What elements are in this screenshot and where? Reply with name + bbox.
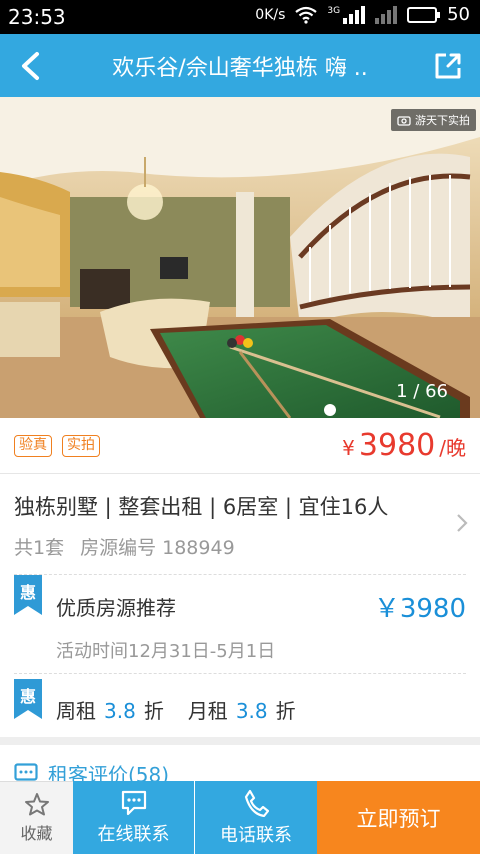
nav-bar: 欢乐谷/佘山奢华独栋 嗨 .. xyxy=(0,34,480,97)
nightly-price: ¥ 3980 /晚 xyxy=(342,428,466,463)
photo-source-badge: 游天下实拍 xyxy=(391,109,476,131)
favorite-button[interactable]: 收藏 xyxy=(0,781,73,854)
online-contact-button[interactable]: 在线联系 xyxy=(73,781,195,854)
comment-icon xyxy=(14,763,38,781)
online-contact-label: 在线联系 xyxy=(97,823,170,845)
cell-signal-icon: 3G xyxy=(327,5,366,24)
listing-meta: 共1套 房源编号 188949 xyxy=(14,533,235,560)
listing-code: 房源编号 188949 xyxy=(80,537,235,559)
reviews-title: 租客评价(58) xyxy=(48,763,170,781)
net-speed: 0K/s xyxy=(255,6,286,23)
chat-icon xyxy=(121,790,146,815)
long-stay-discount: 周租 3.8 折月租 3.8 折 xyxy=(56,699,296,723)
phone-icon xyxy=(244,789,269,817)
promo-long-stay: 惠 周租 3.8 折月租 3.8 折 xyxy=(0,673,480,737)
real-photo-tag: 实拍 xyxy=(62,435,100,457)
wifi-icon xyxy=(295,6,318,24)
price-row: 验真 实拍 ¥ 3980 /晚 xyxy=(0,418,480,474)
promo-price: ￥3980 xyxy=(373,594,466,624)
listing-count: 共1套 xyxy=(14,537,65,559)
phone-contact-label: 电话联系 xyxy=(220,824,292,846)
listing-headline: 独栋别墅 | 整套出租 | 6居室 | 宜住16人 xyxy=(14,495,389,519)
status-icons: 0K/s 3G 50 xyxy=(255,4,470,25)
reviews-section[interactable]: 租客评价(58) xyxy=(0,745,480,781)
book-now-button[interactable]: 立即预订 xyxy=(317,781,480,854)
photo-counter: 1 / 66 xyxy=(396,381,448,402)
promo-recommend: 惠 优质房源推荐 ￥3980 活动时间12月31日-5月1日 xyxy=(0,575,480,673)
promo-title: 优质房源推荐 xyxy=(56,596,176,620)
promo-period: 活动时间12月31日-5月1日 xyxy=(56,641,276,662)
monthly-discount-value: 3.8 xyxy=(235,699,268,723)
chevron-right-icon xyxy=(457,514,468,532)
favorite-label: 收藏 xyxy=(20,824,53,843)
room-photo-image xyxy=(0,97,480,418)
page-title: 欢乐谷/佘山奢华独栋 嗨 .. xyxy=(112,56,368,81)
verified-tag: 验真 xyxy=(14,435,52,457)
listing-info[interactable]: 独栋别墅 | 整套出租 | 6居室 | 宜住16人 共1套 房源编号 188949 xyxy=(0,475,480,575)
price-unit: /晚 xyxy=(439,436,466,460)
price-currency: ¥ xyxy=(342,436,355,460)
status-bar: 23:53 0K/s 3G 50 xyxy=(0,0,480,34)
weekly-discount-value: 3.8 xyxy=(104,699,136,723)
share-button[interactable] xyxy=(430,48,466,84)
price-amount: 3980 xyxy=(358,428,436,463)
discount-badge-icon: 惠 xyxy=(14,575,42,615)
back-button[interactable] xyxy=(10,46,50,86)
camera-icon xyxy=(397,115,411,126)
photo-badge-text: 游天下实拍 xyxy=(415,114,470,127)
star-icon xyxy=(24,793,49,816)
battery-level: 50 xyxy=(447,4,470,25)
chevron-left-icon xyxy=(22,52,39,80)
battery-icon xyxy=(407,6,441,23)
listing-photo[interactable]: 游天下实拍 1 / 66 xyxy=(0,97,480,418)
share-icon xyxy=(435,53,461,79)
phone-contact-button[interactable]: 电话联系 xyxy=(195,781,317,854)
status-time: 23:53 xyxy=(8,5,66,29)
bottom-action-bar: 收藏 在线联系 电话联系 立即预订 xyxy=(0,781,480,854)
cell-signal-2-icon xyxy=(375,5,398,24)
section-separator xyxy=(0,737,480,745)
discount-badge-icon: 惠 xyxy=(14,679,42,719)
